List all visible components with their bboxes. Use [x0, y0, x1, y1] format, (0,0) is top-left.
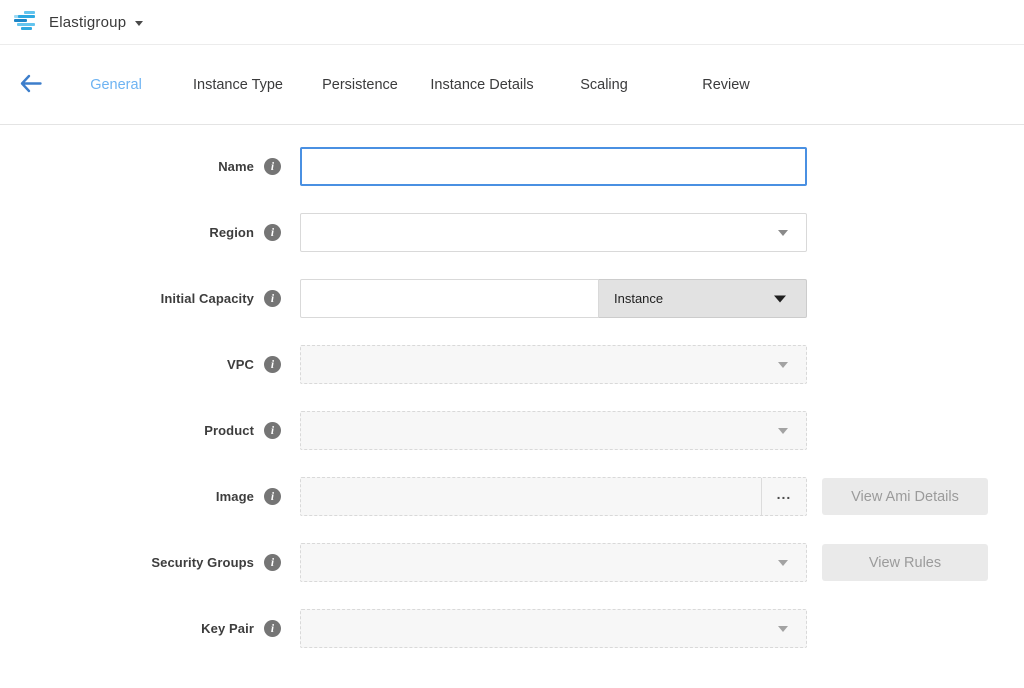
initial-capacity-input[interactable]: [300, 279, 599, 318]
key-pair-row: Key Pair i: [0, 609, 1024, 648]
app-name: Elastigroup: [49, 14, 126, 31]
info-icon[interactable]: i: [264, 158, 281, 175]
elastigroup-logo-icon: [14, 11, 38, 33]
chevron-down-icon: [778, 626, 788, 632]
wizard-tabs: General Instance Type Persistence Instan…: [55, 77, 787, 93]
key-pair-label: Key Pair: [201, 621, 254, 636]
security-groups-select: [300, 543, 807, 582]
chevron-down-icon: [778, 560, 788, 566]
browse-ami-button: ...: [761, 478, 806, 515]
app-switcher[interactable]: Elastigroup: [14, 11, 143, 33]
tab-scaling[interactable]: Scaling: [543, 77, 665, 93]
wizard-tab-bar: General Instance Type Persistence Instan…: [0, 45, 1024, 125]
vpc-select: [300, 345, 807, 384]
region-row: Region i: [0, 213, 1024, 252]
tab-instance-details[interactable]: Instance Details: [421, 77, 543, 93]
back-arrow-button[interactable]: [19, 74, 42, 93]
view-ami-details-button: View Ami Details: [822, 478, 988, 515]
product-row: Product i: [0, 411, 1024, 450]
top-bar: Elastigroup: [0, 0, 1024, 45]
region-label: Region: [209, 225, 254, 240]
image-row: Image i ... View Ami Details: [0, 477, 1024, 516]
vpc-label: VPC: [227, 357, 254, 372]
chevron-down-icon: [774, 295, 786, 302]
security-groups-row: Security Groups i View Rules: [0, 543, 1024, 582]
chevron-down-icon: [778, 362, 788, 368]
tab-instance-type[interactable]: Instance Type: [177, 77, 299, 93]
initial-capacity-label: Initial Capacity: [161, 291, 254, 306]
security-groups-label: Security Groups: [151, 555, 254, 570]
info-icon[interactable]: i: [264, 356, 281, 373]
info-icon[interactable]: i: [264, 290, 281, 307]
tab-review[interactable]: Review: [665, 77, 787, 93]
vpc-row: VPC i: [0, 345, 1024, 384]
view-rules-button: View Rules: [822, 544, 988, 581]
product-label: Product: [204, 423, 254, 438]
chevron-down-icon: [778, 428, 788, 434]
region-select[interactable]: [300, 213, 807, 252]
key-pair-select: [300, 609, 807, 648]
info-icon[interactable]: i: [264, 488, 281, 505]
image-label: Image: [216, 489, 254, 504]
tab-persistence[interactable]: Persistence: [299, 77, 421, 93]
chevron-down-icon: [135, 21, 143, 26]
info-icon[interactable]: i: [264, 422, 281, 439]
elastigroup-create-page: Elastigroup General Instance Type Persis…: [0, 0, 1024, 688]
chevron-down-icon: [778, 230, 788, 236]
name-label: Name: [218, 159, 254, 174]
capacity-unit-select[interactable]: Instance: [599, 279, 807, 318]
name-row: Name i: [0, 147, 1024, 186]
image-input: [301, 478, 761, 515]
capacity-unit-value: Instance: [614, 291, 663, 306]
tab-general[interactable]: General: [55, 77, 177, 93]
info-icon[interactable]: i: [264, 620, 281, 637]
info-icon[interactable]: i: [264, 224, 281, 241]
initial-capacity-row: Initial Capacity i Instance: [0, 279, 1024, 318]
back-arrow-icon: [19, 74, 42, 93]
name-input[interactable]: [300, 147, 807, 186]
product-select: [300, 411, 807, 450]
general-settings-form: Name i Region i Initial Capacity i: [0, 147, 1024, 648]
image-input-group: ...: [300, 477, 807, 516]
info-icon[interactable]: i: [264, 554, 281, 571]
